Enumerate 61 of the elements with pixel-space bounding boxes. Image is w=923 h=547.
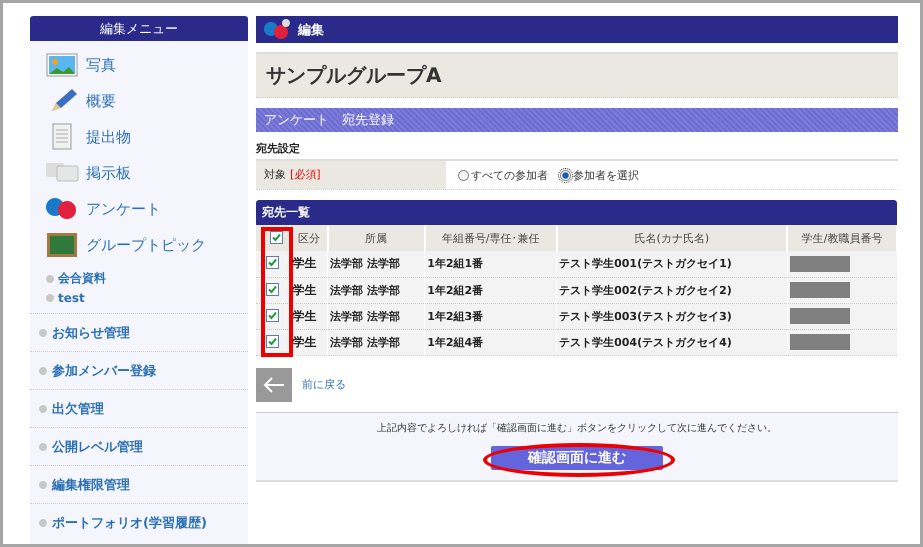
table-cell: テスト学生003(テストガクセイ3)	[556, 303, 788, 329]
table-cell: 法学部 法学部	[328, 277, 425, 303]
back-link[interactable]: 前に戻る	[302, 377, 346, 392]
menu-item[interactable]: 出欠管理	[30, 389, 248, 427]
table-cell: 学生	[290, 251, 328, 277]
redacted-block	[790, 308, 850, 324]
chalkboard-icon	[44, 231, 80, 259]
table-cell: 1年2組3番	[424, 303, 557, 329]
column-header: 氏名(カナ氏名)	[556, 225, 788, 251]
group-title: サンプルグループA	[256, 52, 898, 98]
redacted-block	[790, 282, 850, 298]
redacted-block	[790, 334, 850, 350]
settings-heading: 宛先設定	[256, 141, 301, 156]
left-arrow-icon	[262, 376, 286, 394]
menu-item[interactable]: アンケート	[30, 191, 248, 227]
header-title: 編集	[298, 22, 324, 38]
table-title: 宛先一覧	[256, 200, 897, 225]
table-cell: 学生	[290, 277, 328, 303]
table-cell: 法学部 法学部	[328, 329, 425, 355]
table-cell: 法学部 法学部	[328, 251, 425, 277]
checkbox[interactable]	[266, 308, 279, 322]
radio-option[interactable]: すべての参加者	[458, 168, 548, 182]
column-header: 区分	[290, 225, 328, 251]
back-button[interactable]	[256, 368, 292, 402]
table-cell: 法学部 法学部	[328, 303, 425, 329]
submenu-item[interactable]: test	[30, 288, 248, 307]
menu-item[interactable]: お知らせ管理	[30, 313, 248, 351]
instruction-text: 上記内容でよろしければ「確認画面に進む」ボタンをクリックして次に進んでください。	[377, 422, 777, 434]
column-header: 学生/教職員番号	[787, 225, 897, 251]
menu-item[interactable]: ポートフォリオ(学習履歴)	[30, 503, 248, 541]
menu-item[interactable]: 提出物	[30, 119, 248, 155]
section-title: アンケート 宛先登録	[256, 108, 898, 132]
table-cell: 1年2組1番	[424, 251, 557, 277]
radio-option[interactable]: 参加者を選択	[560, 168, 639, 182]
required-mark: [必須]	[290, 167, 321, 182]
checkbox[interactable]	[266, 282, 279, 296]
target-label: 対象	[264, 167, 286, 182]
redacted-block	[790, 256, 850, 272]
checkbox[interactable]	[266, 334, 279, 348]
table-cell: 1年2組2番	[424, 277, 557, 303]
photo-icon	[44, 51, 80, 79]
table-cell: 学生	[290, 303, 328, 329]
table-cell: テスト学生002(テストガクセイ2)	[556, 277, 788, 303]
checkbox[interactable]	[270, 230, 283, 244]
table-cell: 学生	[290, 329, 328, 355]
menu-item[interactable]: 公開レベル管理	[30, 427, 248, 465]
submenu-item[interactable]: 会合資料	[30, 269, 248, 288]
menu-item[interactable]: 写真	[30, 47, 248, 83]
column-header: 所属	[328, 225, 425, 251]
menu-item[interactable]: 参加メンバー登録	[30, 351, 248, 389]
sidebar-title: 編集メニュー	[30, 16, 248, 41]
column-header: 年組番号/専任･兼任	[424, 225, 557, 251]
menu-item[interactable]: グループトピック	[30, 227, 248, 263]
menu-item[interactable]: 掲示板	[30, 155, 248, 191]
menu-item[interactable]: 概要	[30, 83, 248, 119]
table-cell: テスト学生004(テストガクセイ4)	[556, 329, 788, 355]
table-cell: 1年2組4番	[424, 329, 557, 355]
checkbox[interactable]	[266, 256, 279, 270]
qa-bubbles-icon	[262, 18, 292, 42]
table-cell: テスト学生001(テストガクセイ1)	[556, 251, 788, 277]
menu-item[interactable]: 編集権限管理	[30, 465, 248, 503]
